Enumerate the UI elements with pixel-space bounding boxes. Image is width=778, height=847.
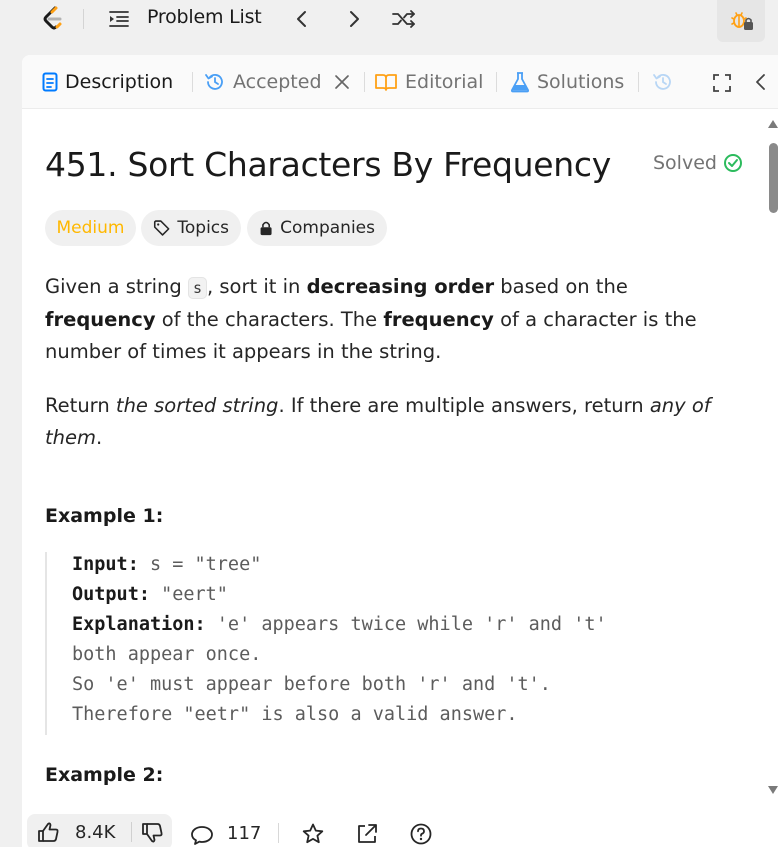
- problem-content: 451. Sort Characters By Frequency Solved…: [22, 55, 767, 792]
- text: Return: [45, 394, 116, 417]
- star-icon[interactable]: [301, 822, 325, 846]
- problem-list-label[interactable]: Problem List: [147, 6, 262, 28]
- bug-lock-icon: [731, 12, 753, 30]
- likes-count: 8.4K: [75, 822, 116, 843]
- lock-icon: [260, 221, 272, 236]
- explanation-text: 'e' appears twice while 'r' and 't': [205, 614, 607, 635]
- top-bar: Problem List: [0, 0, 778, 42]
- output-value: "eert": [149, 584, 228, 605]
- thumbs-up-icon[interactable]: [37, 821, 63, 843]
- example-line: Therefore "eetr" is also a valid answer.: [72, 704, 518, 725]
- list-icon[interactable]: [108, 9, 130, 29]
- input-label: Input:: [72, 554, 139, 575]
- description-panel: Description Accepted Editorial Solutions…: [22, 55, 778, 847]
- help-icon[interactable]: [409, 822, 433, 846]
- input-value: s = "tree": [138, 554, 262, 575]
- problem-title[interactable]: 451. Sort Characters By Frequency: [45, 145, 611, 184]
- text: based on the: [494, 275, 628, 298]
- companies-button[interactable]: Companies: [247, 210, 387, 246]
- inline-code: s: [187, 277, 207, 299]
- divider: [131, 822, 132, 842]
- text: of the characters. The: [155, 308, 384, 331]
- tag-icon: [153, 220, 170, 236]
- bold-text: frequency: [383, 308, 494, 331]
- divider: [83, 9, 84, 29]
- check-circle-icon: [723, 154, 742, 172]
- example-line: So 'e' must appear before both 'r' and '…: [72, 674, 551, 695]
- vote-group: 8.4K: [27, 814, 172, 847]
- companies-label: Companies: [280, 218, 375, 238]
- solved-label: Solved: [653, 152, 717, 174]
- comment-icon[interactable]: [190, 824, 214, 846]
- text: .: [96, 426, 103, 449]
- text: , sort it in: [206, 275, 307, 298]
- description-paragraph: Return the sorted string. If there are m…: [45, 390, 735, 454]
- solved-status: Solved: [653, 152, 743, 174]
- difficulty-badge: Medium: [45, 210, 136, 246]
- example-heading: Example 1:: [45, 505, 164, 527]
- bold-text: frequency: [45, 308, 156, 331]
- comments-count[interactable]: 117: [227, 823, 261, 844]
- divider: [278, 823, 279, 843]
- output-label: Output:: [72, 584, 150, 605]
- share-icon[interactable]: [355, 822, 379, 846]
- chevron-left-icon[interactable]: [290, 6, 314, 32]
- example-heading: Example 2:: [45, 764, 164, 786]
- bottom-action-bar: 8.4K 117: [22, 808, 778, 847]
- topics-button[interactable]: Topics: [141, 210, 241, 246]
- text: . If there are multiple answers, return: [278, 394, 650, 417]
- example-line: Output: "eert": [72, 584, 228, 605]
- debug-button[interactable]: [717, 0, 765, 42]
- scroll-down-arrow[interactable]: [768, 786, 778, 794]
- scrollbar-thumb[interactable]: [769, 143, 778, 213]
- shuffle-icon[interactable]: [390, 6, 418, 32]
- example-line: both appear once.: [72, 644, 262, 665]
- example-block: Input: s = "tree" Output: "eert" Explana…: [45, 552, 745, 735]
- topics-label: Topics: [177, 218, 229, 238]
- italic-text: the sorted string: [115, 394, 279, 417]
- leetcode-logo[interactable]: [38, 4, 68, 34]
- bold-text: decreasing order: [306, 275, 495, 298]
- chevron-right-icon[interactable]: [342, 6, 366, 32]
- thumbs-down-icon[interactable]: [141, 822, 165, 844]
- scroll-up-arrow[interactable]: [768, 120, 778, 128]
- example-line: Explanation: 'e' appears twice while 'r'…: [72, 614, 607, 635]
- description-paragraph: Given a string s, sort it in decreasing …: [45, 271, 735, 368]
- explanation-label: Explanation:: [72, 614, 206, 635]
- example-line: Input: s = "tree": [72, 554, 261, 575]
- text: Given a string: [45, 275, 188, 298]
